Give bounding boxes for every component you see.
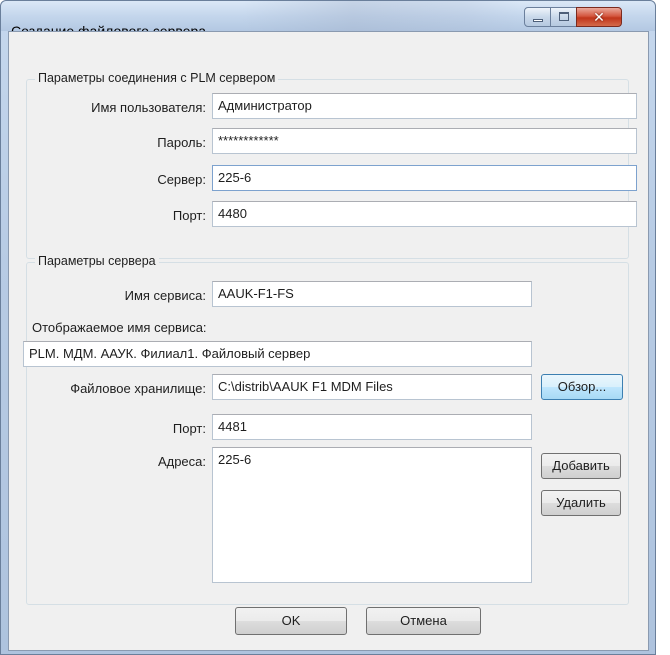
- close-icon: ✕: [593, 9, 605, 25]
- service-name-label: Имя сервиса:: [124, 288, 206, 303]
- server-group-title: Параметры сервера: [35, 254, 159, 268]
- addresses-list[interactable]: 225-6: [212, 447, 532, 583]
- maximize-button[interactable]: [550, 7, 577, 27]
- server-field[interactable]: 225-6: [212, 165, 637, 191]
- maximize-icon: [559, 12, 569, 21]
- server-port-field[interactable]: 4481: [212, 414, 532, 440]
- addresses-label: Адреса:: [157, 454, 206, 469]
- plm-port-label: Порт:: [172, 208, 206, 223]
- add-address-button[interactable]: Добавить: [541, 453, 621, 479]
- storage-field[interactable]: C:\distrib\AAUK F1 MDM Files: [212, 374, 532, 400]
- cancel-button[interactable]: Отмена: [366, 607, 481, 635]
- minimize-icon: [533, 19, 543, 22]
- server-label: Сервер:: [157, 172, 206, 187]
- remove-address-button[interactable]: Удалить: [541, 490, 621, 516]
- plm-group-title: Параметры соединения с PLM сервером: [35, 71, 279, 85]
- server-port-label: Порт:: [172, 421, 206, 436]
- password-label: Пароль:: [157, 135, 206, 150]
- display-name-field[interactable]: PLM. МДМ. ААУК. Филиал1. Файловый сервер: [23, 341, 532, 367]
- title-bar-blur: [241, 1, 521, 31]
- dialog-client: Параметры соединения с PLM сервером Имя …: [8, 31, 649, 651]
- user-field[interactable]: Администратор: [212, 93, 637, 119]
- user-label: Имя пользователя:: [91, 100, 206, 115]
- ok-button[interactable]: OK: [235, 607, 347, 635]
- plm-port-field[interactable]: 4480: [212, 201, 637, 227]
- dialog-window: Создание файлового сервера ✕ Параметры с…: [0, 0, 656, 655]
- minimize-button[interactable]: [524, 7, 551, 27]
- close-button[interactable]: ✕: [576, 7, 622, 27]
- display-name-label: Отображаемое имя сервиса:: [32, 320, 207, 335]
- password-field[interactable]: ************: [212, 128, 637, 154]
- service-name-field[interactable]: AAUK-F1-FS: [212, 281, 532, 307]
- browse-button[interactable]: Обзор...: [541, 374, 623, 400]
- title-bar[interactable]: Создание файлового сервера ✕: [1, 1, 655, 39]
- storage-label: Файловое хранилище:: [70, 381, 206, 396]
